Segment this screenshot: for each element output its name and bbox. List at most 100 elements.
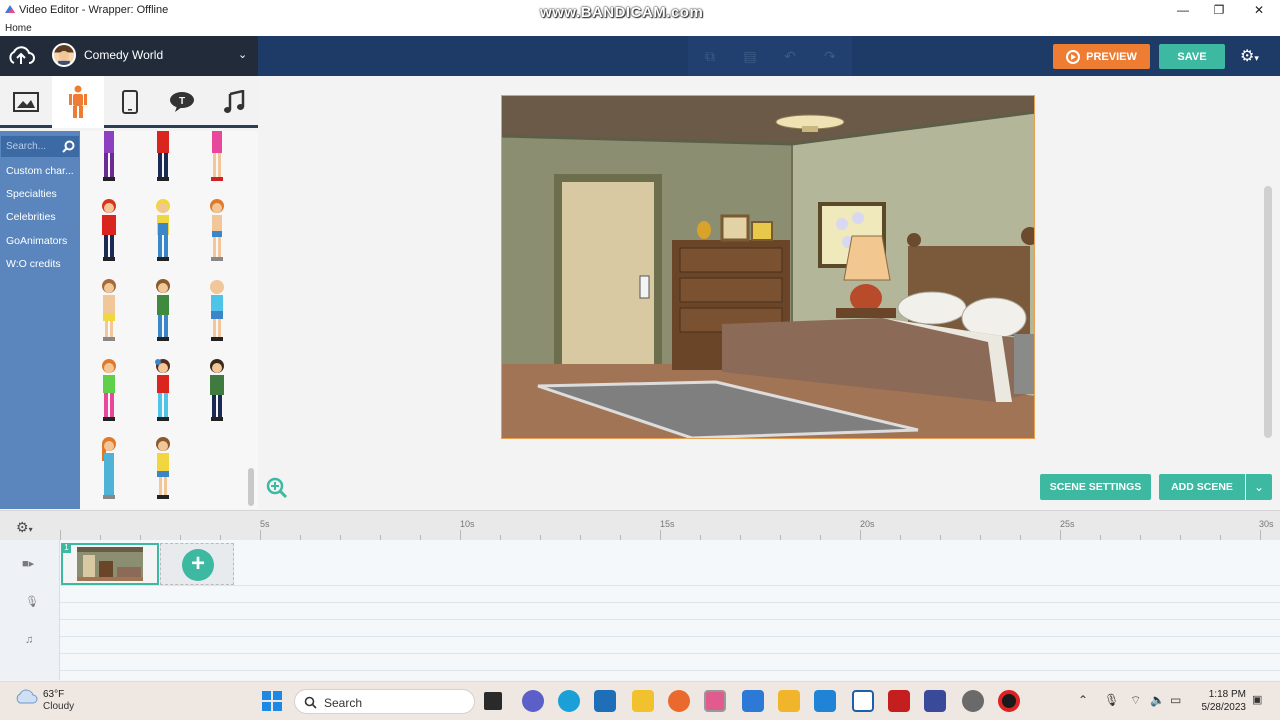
file-explorer-icon[interactable] xyxy=(632,690,654,712)
tab-characters[interactable] xyxy=(52,76,104,128)
tab-props[interactable] xyxy=(104,76,156,128)
character-thumbnail[interactable] xyxy=(148,131,178,183)
microsoft-store-icon[interactable] xyxy=(594,690,616,712)
settings-gear-icon[interactable]: ⚙▾ xyxy=(1240,46,1270,66)
taskbar-search[interactable]: Search xyxy=(294,689,475,714)
wifi-icon[interactable]: ⌔ xyxy=(1130,693,1141,708)
close-button[interactable]: ✕ xyxy=(1252,3,1266,17)
timeline-ruler: ⚙▾ 5s 10s 15s 20s 25s 30s xyxy=(0,510,1280,540)
theme-name[interactable]: Comedy World xyxy=(84,48,163,62)
theme-avatar[interactable] xyxy=(52,43,76,67)
add-scene-dropdown[interactable]: ⌄ xyxy=(1246,474,1272,500)
voice-track-2[interactable] xyxy=(60,603,1280,620)
microphone-icon: 🎙 xyxy=(25,596,39,608)
character-thumbnail[interactable] xyxy=(94,357,124,423)
taskbar-clock[interactable]: 1:18 PM 5/28/2023 xyxy=(1194,688,1247,714)
tab-sound[interactable] xyxy=(208,76,260,128)
category-celebrities[interactable]: Celebrities xyxy=(6,211,56,223)
paint-icon[interactable] xyxy=(742,690,764,712)
window-title: Video Editor - Wrapper: Offline xyxy=(19,4,169,16)
task-view-icon[interactable] xyxy=(484,692,502,710)
wrapper-offline-icon[interactable] xyxy=(704,690,726,712)
ruler-tick xyxy=(1260,530,1261,540)
teams-chat-icon[interactable] xyxy=(522,690,544,712)
character-thumbnail[interactable] xyxy=(94,197,124,263)
scene-settings-button[interactable]: SCENE SETTINGS xyxy=(1040,474,1151,500)
bandicam-record-icon[interactable] xyxy=(998,690,1020,712)
chevron-down-icon: ⌄ xyxy=(1253,480,1265,494)
search-box[interactable]: Search... xyxy=(1,136,79,157)
scene-number: 1 xyxy=(62,543,71,553)
add-scene-slot[interactable]: + xyxy=(160,543,234,585)
character-thumbnail[interactable] xyxy=(94,435,124,501)
tick-label: 25s xyxy=(1060,519,1075,529)
timeline-settings-icon[interactable]: ⚙▾ xyxy=(16,519,33,536)
character-thumbnail[interactable] xyxy=(202,357,232,423)
windows-taskbar: 63°F Cloudy Search ⌃ 🎙 ⌔ 🔈 ▭ 1:18 PM 5/2… xyxy=(0,681,1280,720)
app-icon[interactable] xyxy=(814,690,836,712)
plus-icon[interactable]: + xyxy=(182,549,214,581)
music-track-1[interactable] xyxy=(60,620,1280,637)
undo-icon[interactable]: ↶ xyxy=(782,48,798,64)
preview-button[interactable]: PREVIEW xyxy=(1053,44,1150,69)
character-thumbnail[interactable] xyxy=(148,357,178,423)
add-scene-button[interactable]: ADD SCENE xyxy=(1159,474,1245,500)
search-icon[interactable] xyxy=(62,140,75,153)
copy-icon[interactable]: ⧉ xyxy=(702,48,718,64)
character-thumbnail[interactable] xyxy=(202,131,232,183)
track-labels: ■▸ 🎙 ♫ xyxy=(0,540,60,680)
edit-tools-group: ⧉ ▤ ↶ ↷ xyxy=(688,36,852,76)
search-input[interactable]: Search... xyxy=(6,141,46,152)
character-thumbnail[interactable] xyxy=(148,435,178,501)
character-thumbnail[interactable] xyxy=(202,277,232,343)
tick-label: 10s xyxy=(460,519,475,529)
tick-label: 20s xyxy=(860,519,875,529)
character-thumbnail[interactable] xyxy=(148,277,178,343)
ruler-tick xyxy=(860,530,861,540)
photos-icon[interactable] xyxy=(778,690,800,712)
tab-text[interactable]: T xyxy=(156,76,208,128)
ruler-tick xyxy=(460,530,461,540)
maximize-button[interactable]: ❐ xyxy=(1212,3,1226,17)
volume-icon[interactable]: 🔈 xyxy=(1150,693,1165,707)
media-player-icon[interactable] xyxy=(852,690,874,712)
character-thumbnail[interactable] xyxy=(148,197,178,263)
music-track-2[interactable] xyxy=(60,637,1280,654)
firefox-icon[interactable] xyxy=(668,690,690,712)
zoom-in-icon[interactable] xyxy=(266,477,288,499)
save-button[interactable]: SAVE xyxy=(1159,44,1225,69)
voice-track-1[interactable] xyxy=(60,586,1280,603)
microphone-icon[interactable]: 🎙 xyxy=(1104,693,1119,707)
battery-icon[interactable]: ▭ xyxy=(1170,693,1181,707)
category-goanimators[interactable]: GoAnimators xyxy=(6,235,67,247)
notification-icon[interactable]: ▣ xyxy=(1252,693,1262,706)
redo-icon[interactable]: ↷ xyxy=(822,48,838,64)
cloud-upload-icon[interactable] xyxy=(6,44,36,68)
windows-start-icon[interactable] xyxy=(262,691,282,711)
category-wo-credits[interactable]: W:O credits xyxy=(6,258,61,270)
character-thumbnail[interactable] xyxy=(202,197,232,263)
tick-label: 5s xyxy=(260,519,270,529)
weather-temperature: 63°F xyxy=(43,689,65,700)
category-custom-characters[interactable]: Custom char... xyxy=(6,165,74,177)
scene-thumbnail[interactable] xyxy=(61,543,159,585)
character-grid-scrollbar[interactable] xyxy=(248,468,254,506)
music-track-3[interactable] xyxy=(60,654,1280,671)
category-specialties[interactable]: Specialties xyxy=(6,188,57,200)
paste-icon[interactable]: ▤ xyxy=(742,48,758,64)
tab-backgrounds[interactable] xyxy=(0,76,52,128)
chevron-up-icon[interactable]: ⌃ xyxy=(1078,693,1088,707)
character-thumbnail[interactable] xyxy=(94,131,124,183)
mcafee-icon[interactable] xyxy=(888,690,910,712)
edge-browser-icon[interactable] xyxy=(558,690,580,712)
menu-home[interactable]: Home xyxy=(5,23,32,34)
search-icon xyxy=(304,696,317,709)
scene-canvas[interactable] xyxy=(501,95,1035,439)
settings-gear-icon[interactable] xyxy=(962,690,984,712)
stage-scrollbar[interactable] xyxy=(1264,186,1272,438)
minimize-button[interactable]: — xyxy=(1176,3,1190,17)
weather-widget[interactable]: 63°F Cloudy xyxy=(14,688,74,712)
app-icon[interactable] xyxy=(924,690,946,712)
character-thumbnail[interactable] xyxy=(94,277,124,343)
chevron-down-icon[interactable]: ⌄ xyxy=(238,48,247,61)
